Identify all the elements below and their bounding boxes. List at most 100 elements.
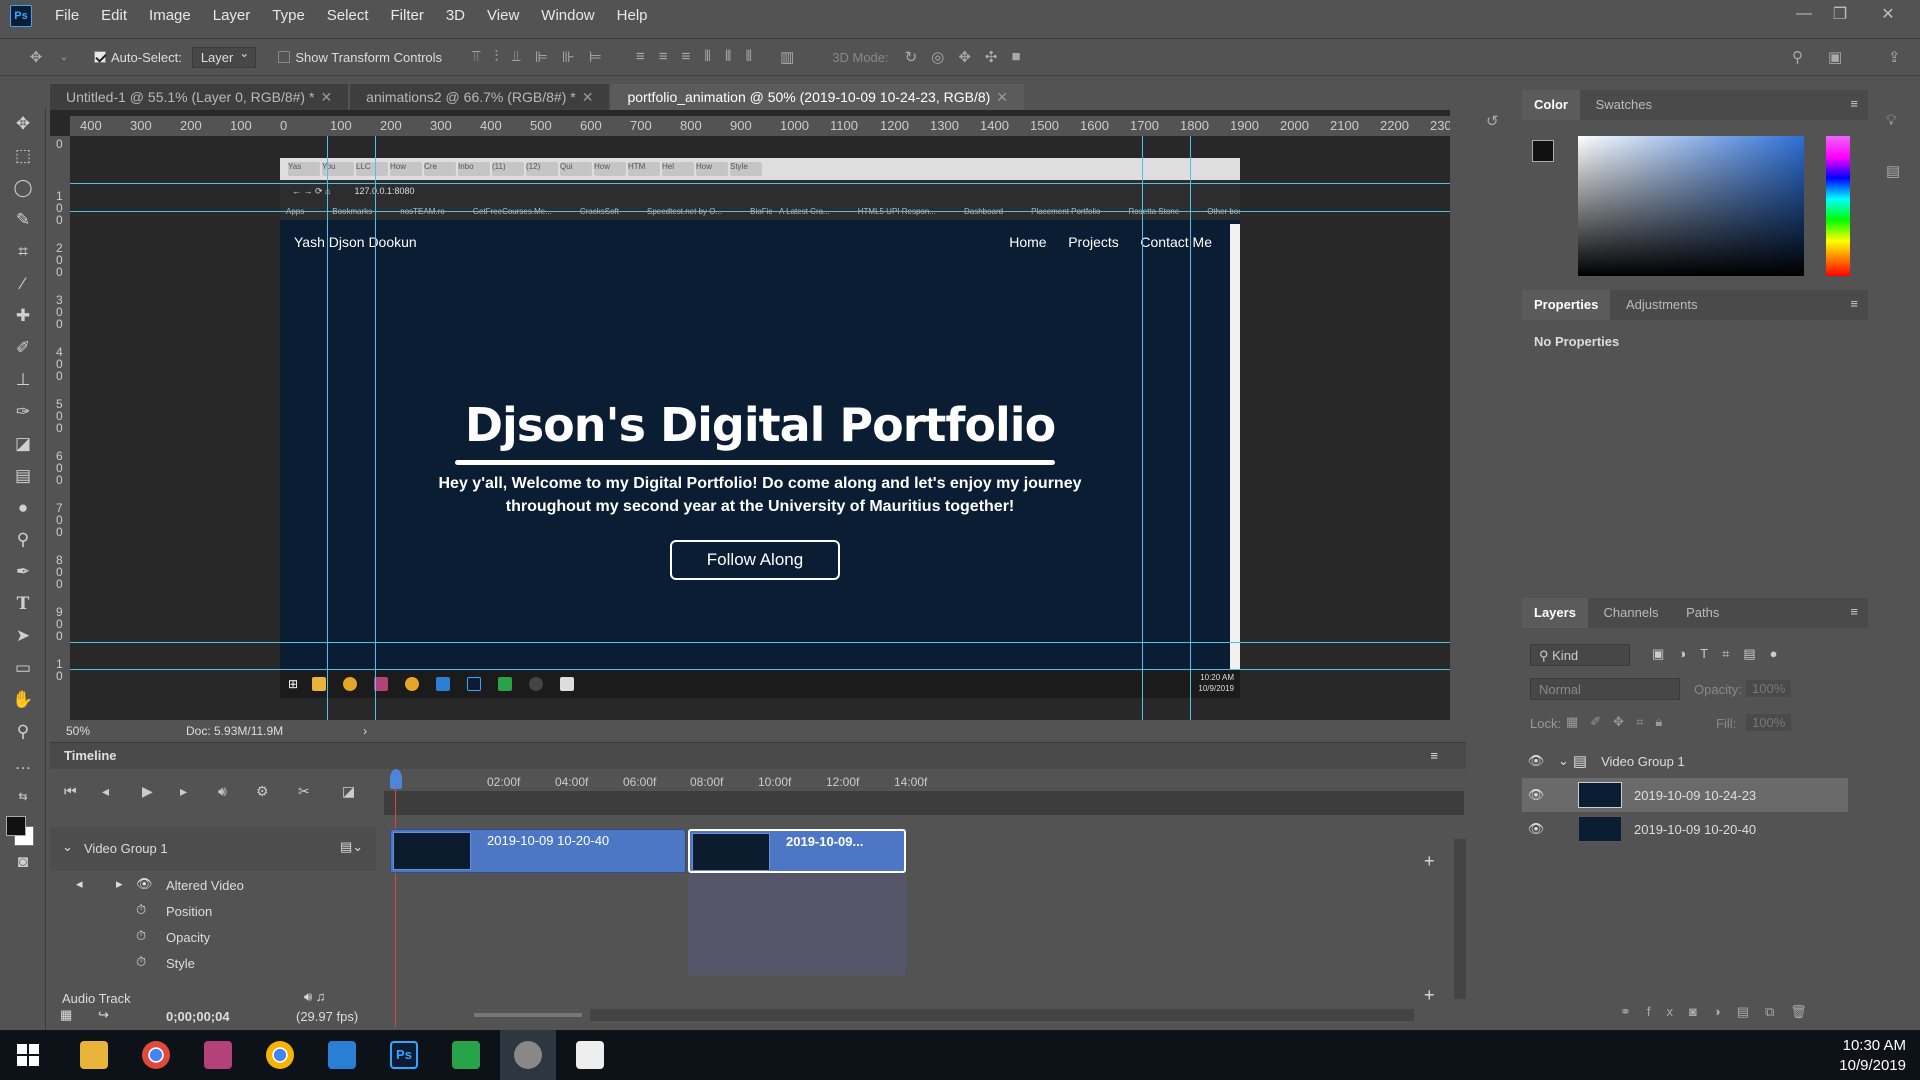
fill-input[interactable]: 100% (1746, 714, 1792, 731)
share-icon[interactable]: ⇪ (1888, 48, 1901, 66)
tab-paths[interactable]: Paths (1674, 598, 1731, 628)
tab-color[interactable]: Color (1522, 90, 1580, 120)
align-top-icon[interactable]: ⫪ (472, 48, 480, 66)
menu-file[interactable]: File (44, 0, 90, 32)
panel-menu-icon[interactable]: ≡ (1850, 296, 1858, 311)
swap-colors-icon[interactable]: ⇆ (0, 780, 46, 812)
system-clock[interactable]: 10:30 AM 10/9/2019 (1839, 1036, 1906, 1076)
stopwatch-icon[interactable]: ⏱︎ (136, 954, 146, 970)
horizontal-ruler[interactable]: 400 300 200 100 0 100 200 300 400 500 600 700 800 900… (70, 116, 1450, 136)
settings-gear-icon[interactable]: ⚙ (256, 783, 269, 800)
quick-mask-icon[interactable]: ◙ (0, 846, 46, 878)
file-explorer-icon[interactable] (66, 1030, 122, 1080)
tab-properties[interactable]: Properties (1522, 290, 1611, 320)
stopwatch-icon[interactable]: ⏱︎ (136, 902, 146, 918)
move-tool-icon[interactable]: ✥ (16, 48, 56, 66)
layer-row-group[interactable]: 👁︎ ⌄ ▤ Video Group 1 (1522, 744, 1848, 778)
film-menu-icon[interactable]: ▤⌄ (340, 839, 363, 855)
eye-icon[interactable]: 👁︎ (1522, 753, 1550, 769)
layer-row-selected[interactable]: 👁︎ 2019-10-09 10-24-23 (1522, 778, 1848, 812)
align-left-icon[interactable]: ⊫ (535, 48, 548, 66)
eye-icon[interactable]: 👁︎ (1522, 821, 1550, 837)
restore-icon[interactable]: ❐ (1822, 0, 1858, 28)
move-tool-icon[interactable]: ✥ (0, 108, 46, 140)
transition-icon[interactable]: ◪ (342, 783, 355, 800)
hue-slider[interactable] (1826, 136, 1850, 276)
photoshop-icon[interactable]: Ps (376, 1030, 432, 1080)
show-transform-checkbox[interactable]: Show Transform Controls (278, 50, 442, 65)
marquee-tool-icon[interactable]: ⬚ (0, 140, 46, 172)
close-icon[interactable]: ✕ (320, 89, 332, 105)
zoom-tool-icon[interactable]: ⚲ (0, 716, 46, 748)
history-icon[interactable]: ↺ (1486, 112, 1499, 130)
vscode-icon[interactable] (314, 1030, 370, 1080)
distribute-hcenter-icon[interactable]: ⦀ (725, 48, 732, 66)
tab-untitled[interactable]: Untitled-1 @ 55.1% (Layer 0, RGB/8#) * ✕ (50, 84, 349, 110)
foreground-color-swatch[interactable] (1532, 140, 1554, 162)
guide-line[interactable] (1190, 136, 1191, 720)
menu-select[interactable]: Select (316, 0, 380, 32)
menu-3d[interactable]: 3D (435, 0, 476, 32)
chevron-down-icon[interactable]: ⌄ (56, 52, 72, 63)
dodge-tool-icon[interactable]: ⚲ (0, 524, 46, 556)
minimize-icon[interactable]: — (1786, 0, 1822, 28)
menu-help[interactable]: Help (606, 0, 659, 32)
guide-line[interactable] (70, 669, 1450, 670)
panel-menu-icon[interactable]: ≡ (1430, 743, 1438, 769)
obs-icon[interactable] (500, 1030, 556, 1080)
lasso-tool-icon[interactable]: ◯ (0, 172, 46, 204)
crop-tool-icon[interactable]: ⌗ (0, 236, 46, 268)
prev-frame-icon[interactable]: ◂ (102, 783, 109, 800)
chevron-right-icon[interactable]: › (363, 724, 367, 738)
tab-layers[interactable]: Layers (1522, 598, 1588, 628)
menu-type[interactable]: Type (261, 0, 316, 32)
next-frame-icon[interactable]: ▸ (180, 783, 187, 800)
go-first-frame-icon[interactable]: ⏮ (64, 783, 77, 800)
blend-mode-dropdown[interactable]: Normal (1530, 678, 1680, 700)
lock-icons[interactable]: ▦✐✥⌗🔒︎ (1566, 714, 1674, 730)
distribute-right-icon[interactable]: ⦀ (745, 48, 752, 66)
windows-start-icon[interactable] (0, 1030, 56, 1080)
playhead-icon[interactable] (390, 769, 402, 789)
timeline-hscrollbar[interactable] (590, 1009, 1414, 1021)
foreground-color-swatch[interactable] (6, 816, 26, 836)
quick-select-tool-icon[interactable]: ✎ (0, 204, 46, 236)
play-icon[interactable]: ▶ (142, 783, 153, 800)
panel-menu-icon[interactable]: ≡ (1850, 96, 1858, 111)
gradient-tool-icon[interactable]: ▤ (0, 460, 46, 492)
align-hcenter-icon[interactable]: ⊪ (562, 48, 575, 66)
blur-tool-icon[interactable]: ● (0, 492, 46, 524)
distribute-left-icon[interactable]: ⦀ (704, 48, 711, 66)
menu-window[interactable]: Window (530, 0, 605, 32)
playhead-line[interactable] (395, 787, 396, 1027)
document-canvas[interactable]: Yas You LLC How Cre Inbo (11) (12) Qui How HTM Hel H… (280, 158, 1240, 698)
close-icon[interactable]: ✕ (582, 89, 594, 105)
video-clip[interactable]: 2019-10-09 10-20-40 (390, 829, 686, 873)
path-select-tool-icon[interactable]: ➤ (0, 620, 46, 652)
distribute-top-icon[interactable]: ≡ (636, 48, 645, 66)
app-m-icon[interactable] (190, 1030, 246, 1080)
menu-image[interactable]: Image (138, 0, 202, 32)
type-tool-icon[interactable]: T (0, 588, 46, 620)
guide-line[interactable] (70, 211, 1450, 212)
3d-camera-icon[interactable]: ■ (1011, 48, 1020, 66)
tab-portfolio-animation[interactable]: portfolio_animation @ 50% (2019-10-09 10… (611, 84, 1025, 110)
stamp-tool-icon[interactable]: ⊥ (0, 364, 46, 396)
chrome-icon[interactable] (128, 1030, 184, 1080)
menu-edit[interactable]: Edit (90, 0, 138, 32)
add-media-icon[interactable]: + (1424, 851, 1435, 872)
keyframe-nav-icon[interactable]: ◂ (76, 876, 83, 892)
checkbox-icon[interactable] (94, 51, 106, 63)
layer-filter-kind[interactable]: ⚲ Kind (1530, 644, 1630, 666)
guide-line[interactable] (70, 642, 1450, 643)
timeline-ruler[interactable]: 02:00f 04:00f 06:00f 08:00f 10:00f 12:00… (386, 771, 1456, 791)
zoom-slider[interactable] (474, 1013, 582, 1017)
search-icon[interactable]: ⚲ (1792, 48, 1803, 66)
color-field[interactable] (1578, 136, 1804, 276)
checkbox-icon[interactable] (278, 51, 291, 63)
history-brush-tool-icon[interactable]: ✑ (0, 396, 46, 428)
hand-tool-icon[interactable]: ✋ (0, 684, 46, 716)
rectangle-tool-icon[interactable]: ▭ (0, 652, 46, 684)
app-green-icon[interactable] (438, 1030, 494, 1080)
libraries-icon[interactable]: ▤ (1886, 162, 1900, 180)
